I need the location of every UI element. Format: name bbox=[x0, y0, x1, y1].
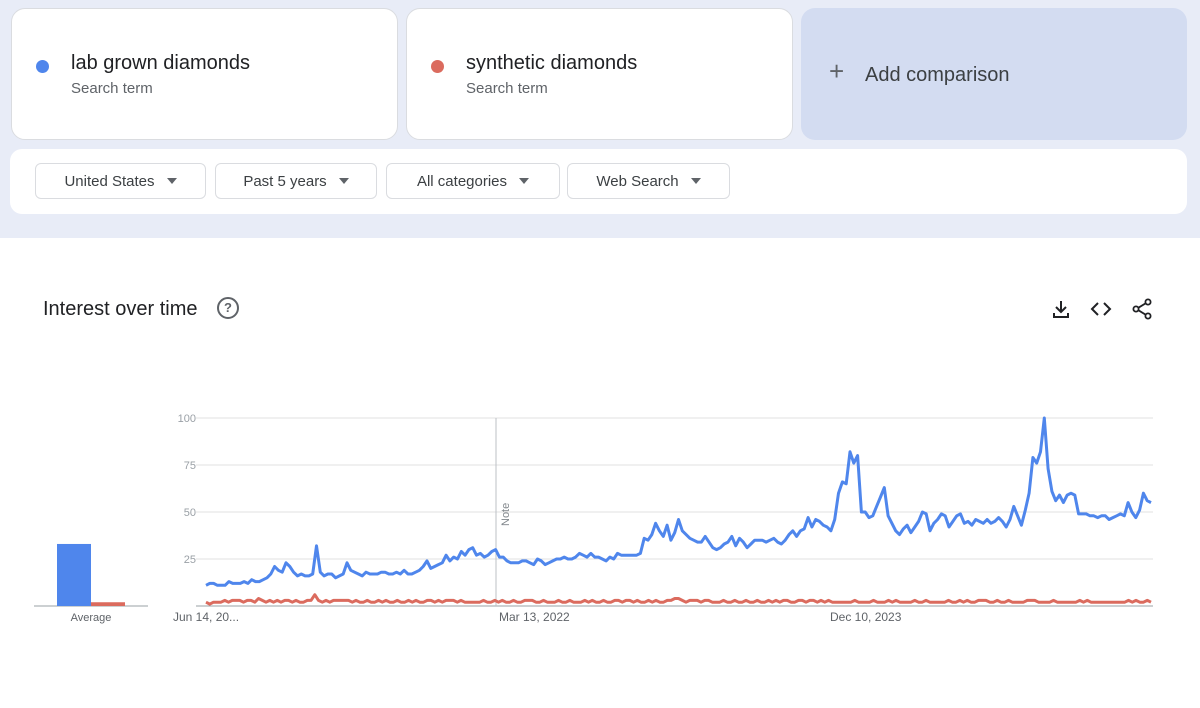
x-tick-label: Jun 14, 20... bbox=[173, 610, 239, 624]
region-dropdown-label: United States bbox=[64, 172, 155, 190]
search-type-dropdown-label: Web Search bbox=[596, 172, 679, 190]
term-card-lab-grown-diamonds[interactable]: lab grown diamonds Search term bbox=[11, 8, 398, 140]
average-label: Average bbox=[71, 612, 112, 624]
average-bars: Average bbox=[34, 543, 148, 624]
note-label: Note bbox=[500, 503, 512, 526]
category-dropdown-label: All categories bbox=[416, 172, 508, 190]
y-tick-label: 25 bbox=[184, 554, 196, 566]
term-color-dot bbox=[36, 60, 49, 73]
caret-down-icon bbox=[519, 178, 530, 184]
term-color-dot bbox=[431, 60, 444, 73]
term-card-synthetic-diamonds[interactable]: synthetic diamonds Search term bbox=[406, 8, 793, 140]
y-tick-label: 75 bbox=[184, 460, 196, 472]
term-name: synthetic diamonds bbox=[466, 52, 638, 74]
caret-down-icon bbox=[338, 178, 349, 184]
add-comparison-button[interactable]: + Add comparison bbox=[801, 8, 1187, 140]
average-bar-lab-grown-diamonds bbox=[57, 543, 91, 606]
plus-icon: + bbox=[829, 56, 845, 86]
x-axis-ticks: Jun 14, 20... Mar 13, 2022 Dec 10, 2023 bbox=[173, 610, 902, 624]
search-type-dropdown[interactable]: Web Search bbox=[567, 163, 730, 199]
interest-chart: Average 25 50 75 100 Note Jun 14, 20... Mar… bbox=[34, 413, 1153, 624]
caret-down-icon bbox=[690, 178, 701, 184]
series-line-lab-grown-diamonds[interactable] bbox=[205, 416, 1152, 587]
series-lines bbox=[205, 416, 1152, 606]
x-tick-label: Dec 10, 2023 bbox=[830, 610, 902, 624]
y-tick-label: 50 bbox=[184, 507, 196, 519]
category-dropdown[interactable]: All categories bbox=[386, 163, 560, 199]
y-tick-label: 100 bbox=[178, 413, 196, 425]
time-range-dropdown[interactable]: Past 5 years bbox=[215, 163, 377, 199]
region-dropdown[interactable]: United States bbox=[35, 163, 206, 199]
time-range-dropdown-label: Past 5 years bbox=[243, 172, 327, 190]
filter-bar: United States Past 5 years All categorie… bbox=[10, 149, 1187, 214]
term-type-label: Search term bbox=[466, 80, 548, 97]
interest-over-time-card: Interest over time ? Average 25 50 75 100 N… bbox=[10, 264, 1187, 696]
term-name: lab grown diamonds bbox=[71, 52, 250, 74]
add-comparison-label: Add comparison bbox=[865, 64, 1010, 86]
caret-down-icon bbox=[166, 178, 177, 184]
series-line-synthetic-diamonds[interactable] bbox=[205, 593, 1152, 606]
x-tick-label: Mar 13, 2022 bbox=[499, 610, 570, 624]
average-bar-synthetic-diamonds bbox=[91, 602, 125, 606]
term-type-label: Search term bbox=[71, 80, 153, 97]
